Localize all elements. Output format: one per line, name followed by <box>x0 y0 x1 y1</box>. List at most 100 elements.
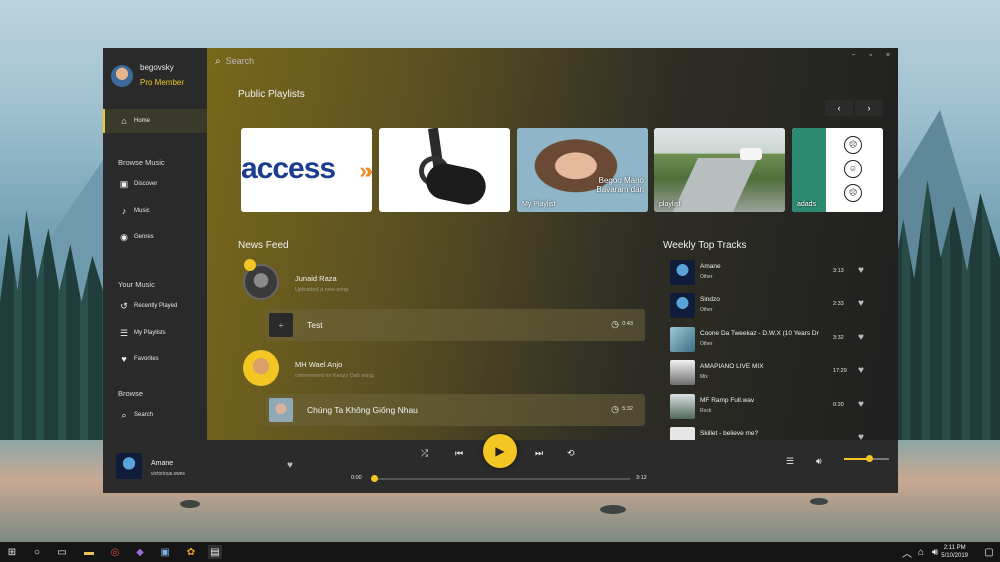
main-content: ⌕ Search − ▫ × Public Playlists ‹ › acce… <box>207 48 898 440</box>
now-playing-title: Amane <box>151 460 174 467</box>
carousel-nav: ‹ › <box>825 100 883 116</box>
volume-slider[interactable] <box>844 455 889 462</box>
shuffle-icon[interactable]: ⤮ <box>421 448 428 459</box>
cortana-icon[interactable]: ○ <box>30 545 44 559</box>
app-icon[interactable]: ✿ <box>184 545 198 559</box>
window-controls: − ▫ × <box>851 52 890 59</box>
playlist-card[interactable] <box>379 128 510 212</box>
heart-icon[interactable]: ♥ <box>858 432 864 440</box>
track-row[interactable]: MF Ramp Full.wav Rock 0:20 ♥ <box>666 392 886 420</box>
cover-bar <box>792 128 826 212</box>
now-playing-artwork[interactable] <box>116 453 142 479</box>
windows-start-icon[interactable]: ⊞ <box>5 545 19 559</box>
avatar[interactable] <box>111 65 133 87</box>
playlist-card[interactable]: Begoo Mano Bavaram dari My Playlist <box>517 128 648 212</box>
volume-icon[interactable]: 🔊︎ <box>928 545 942 559</box>
heart-icon[interactable]: ♥ <box>858 265 864 276</box>
music-app-taskbar-icon[interactable]: ▤ <box>208 545 222 559</box>
playlist-card[interactable]: access »» <box>241 128 372 212</box>
notifications-icon[interactable]: ▢ <box>982 545 996 559</box>
app-icon[interactable]: ▣ <box>158 545 172 559</box>
system-clock[interactable]: 2:11 PM 5/10/2019 <box>941 544 968 560</box>
music-note-icon: ÷ <box>269 313 293 337</box>
heart-icon[interactable]: ♥ <box>858 365 864 376</box>
tray-chevron-icon[interactable]: ︿ <box>900 545 914 560</box>
progress-knob[interactable] <box>371 475 378 482</box>
track-row[interactable]: Sindzo Other 2:33 ♥ <box>666 291 886 319</box>
face-doodle: ☺ <box>844 160 862 178</box>
membership-badge: Pro Member <box>140 78 185 87</box>
track-row[interactable]: Skillet - believe me? ♥ <box>666 425 886 440</box>
search-icon: ⌕ <box>121 409 127 420</box>
visual-studio-icon[interactable]: ◆ <box>133 545 147 559</box>
track-row[interactable]: Amane Other 3:13 ♥ <box>666 258 886 286</box>
sidebar-item-label: Search <box>134 412 154 418</box>
sidebar-item-my-playlists[interactable]: ☰ My Playlists <box>103 321 207 345</box>
feed-activity: commented on Kenzy Dah song. <box>295 373 375 379</box>
feed-activity: Uploaded a new song. <box>295 287 350 293</box>
clock-time: 2:11 PM <box>943 545 966 551</box>
avatar[interactable] <box>243 350 279 386</box>
next-icon[interactable]: ⏭ <box>535 448 543 459</box>
user-profile[interactable]: begovsky Pro Member <box>111 60 207 100</box>
search-icon: ⌕ <box>215 55 221 67</box>
track-name: Amane <box>700 263 721 270</box>
feed-song-duration: 5:32 <box>622 406 633 412</box>
minimize-button[interactable]: − <box>851 52 855 59</box>
feed-user-name[interactable]: MH Wael Anjo <box>295 360 342 369</box>
playlist-card[interactable]: ☹ ☺ ☹ adads <box>792 128 883 212</box>
feed-song-card[interactable]: Chúng Ta Không Giống Nhau ◷ 5:32 <box>265 394 645 426</box>
sidebar-item-discover[interactable]: ▣ Discover <box>103 172 207 196</box>
sidebar-item-genres[interactable]: ◉ Genres <box>103 225 207 249</box>
face-doodle: ☹ <box>844 136 862 154</box>
track-duration: 3:13 <box>833 268 844 274</box>
file-explorer-icon[interactable]: ▬ <box>82 545 96 559</box>
carousel-next-button[interactable]: › <box>855 100 883 116</box>
feed-song-card[interactable]: ÷ Test ◷ 0:43 <box>265 309 645 341</box>
track-duration: 3:32 <box>833 335 844 341</box>
volume-icon[interactable]: 🔊︎ <box>816 456 822 467</box>
feed-user-name[interactable]: Junaid Raza <box>295 274 337 283</box>
track-name: Skillet - believe me? <box>700 430 759 437</box>
carousel-prev-button[interactable]: ‹ <box>825 100 853 116</box>
sidebar-item-favorites[interactable]: ♥ Favorites <box>103 347 207 371</box>
sidebar-item-music[interactable]: ♪ Music <box>103 199 207 223</box>
close-button[interactable]: × <box>886 52 890 59</box>
track-row[interactable]: AMAPIANO LIVE MIX Mix 17:29 ♥ <box>666 358 886 386</box>
playlist-card[interactable]: playlist <box>654 128 785 212</box>
track-duration: 17:29 <box>833 368 847 374</box>
queue-icon[interactable]: ☰ <box>786 456 794 467</box>
song-thumbnail <box>269 398 293 422</box>
sidebar-item-home[interactable]: ⌂ Home <box>103 109 207 133</box>
player-bar: Amane victorious.swes ♥ ⤮ ⏮ ▶ ⏭ ⟲ 0:00 3… <box>103 434 898 493</box>
section-heading-your-music: Your Music <box>118 280 155 289</box>
public-playlists-title: Public Playlists <box>238 89 305 100</box>
sidebar-item-search[interactable]: ⌕ Search <box>103 403 207 427</box>
previous-icon[interactable]: ⏮ <box>455 448 463 459</box>
progress-bar[interactable] <box>371 475 630 482</box>
track-row[interactable]: Coone Da Tweekaz - D.W.X (10 Years Dr Ot… <box>666 325 886 353</box>
search-input[interactable]: ⌕ Search <box>215 54 254 68</box>
sidebar-item-label: Genres <box>134 234 154 240</box>
heart-icon[interactable]: ♥ <box>858 332 864 343</box>
track-genre: Mix <box>700 374 708 380</box>
guitar-icon: ♪ <box>121 206 127 216</box>
heart-icon[interactable]: ♥ <box>858 298 864 309</box>
cover-text-line: Bavaram dari <box>596 185 644 194</box>
network-icon[interactable]: ⌂ <box>914 545 928 559</box>
heart-icon[interactable]: ♥ <box>858 399 864 410</box>
play-button[interactable]: ▶ <box>483 434 517 468</box>
heart-icon[interactable]: ♥ <box>287 460 293 471</box>
news-feed-title: News Feed <box>238 240 289 251</box>
face-doodle: ☹ <box>844 184 862 202</box>
chrome-icon[interactable]: ◎ <box>108 545 122 559</box>
clock-date: 5/10/2019 <box>941 553 968 559</box>
task-view-icon[interactable]: ▭ <box>55 545 69 559</box>
section-heading-browse-music: Browse Music <box>118 158 165 167</box>
repeat-icon[interactable]: ⟲ <box>567 448 575 459</box>
music-app-window: begovsky Pro Member ⌂ Home Browse Music … <box>103 48 898 493</box>
sidebar-item-recently-played[interactable]: ↺ Recently Played <box>103 294 207 318</box>
volume-knob[interactable] <box>865 455 873 462</box>
track-artwork <box>670 360 695 385</box>
maximize-button[interactable]: ▫ <box>869 52 871 59</box>
